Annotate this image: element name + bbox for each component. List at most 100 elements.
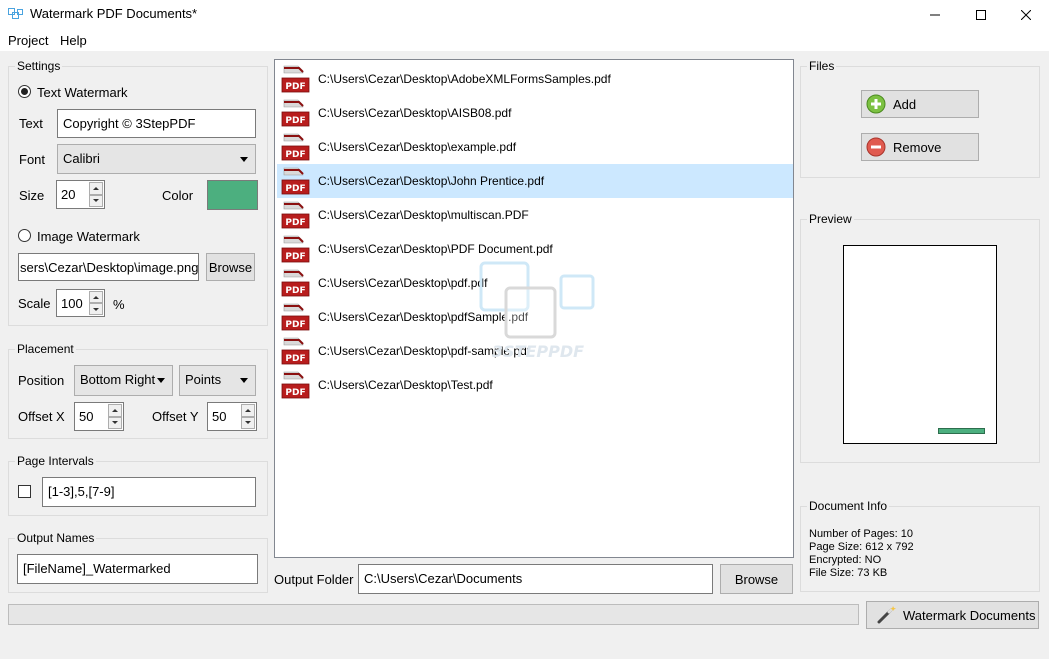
file-list-item[interactable]: PDF C:\Users\Cezar\Desktop\John Prentice.… [277,164,793,198]
size-up-button[interactable] [89,182,103,195]
position-select[interactable]: Bottom Right [74,365,173,396]
page-intervals-title: Page Intervals [15,454,96,468]
pdf-file-icon: PDF [281,303,310,331]
scale-spinbox[interactable]: 100 [56,289,105,317]
units-select[interactable]: Points [179,365,256,396]
doc-info-pages: Number of Pages: 10 [809,528,913,540]
svg-text:PDF: PDF [285,354,305,364]
offset-x-value: 50 [79,409,94,424]
size-spinbox[interactable]: 20 [56,180,105,209]
pdf-file-icon: PDF [281,269,310,297]
svg-text:PDF: PDF [285,116,305,126]
watermark-text-input[interactable]: Copyright © 3StepPDF [57,109,256,138]
file-list-item[interactable]: PDF C:\Users\Cezar\Desktop\Test.pdf [277,368,793,402]
font-select-value: Calibri [63,151,100,166]
size-value: 20 [61,187,76,202]
watermark-documents-label: Watermark Documents [903,607,1036,623]
add-button[interactable]: Add [861,90,979,118]
image-watermark-label[interactable]: Image Watermark [37,229,140,244]
pdf-file-icon: PDF [281,167,310,195]
pdf-file-icon: PDF [281,337,310,365]
file-list-item[interactable]: PDF C:\Users\Cezar\Desktop\AdobeXMLFormsS… [277,62,793,96]
pdf-file-icon: PDF [281,201,310,229]
offset-y-spinbox[interactable]: 50 [207,402,257,431]
page-intervals-checkbox[interactable] [18,485,31,498]
arrow-up-icon [93,186,99,190]
offset-y-up-button[interactable] [241,404,255,417]
offset-x-up-button[interactable] [108,404,122,417]
arrow-down-icon [93,307,99,311]
output-folder-input[interactable]: C:\Users\Cezar\Documents [358,564,713,594]
files-title: Files [807,59,837,73]
svg-text:PDF: PDF [285,320,305,330]
pdf-file-icon: PDF [281,235,310,263]
text-label: Text [19,116,43,131]
svg-text:PDF: PDF [285,184,305,194]
progress-bar [8,604,859,625]
window-title: Watermark PDF Documents* [30,6,198,21]
image-watermark-radio[interactable] [18,229,31,242]
svg-text:PDF: PDF [285,286,305,296]
scale-up-button[interactable] [89,291,103,303]
add-icon [866,94,886,114]
output-browse-button[interactable]: Browse [720,564,793,594]
maximize-button[interactable] [958,0,1004,29]
offset-y-value: 50 [212,409,227,424]
svg-text:PDF: PDF [285,150,305,160]
settings-title: Settings [15,59,63,73]
menu-help[interactable]: Help [60,33,87,48]
menu-bar: Project Help [0,29,1049,51]
files-group: Files [800,59,1040,178]
position-label: Position [18,373,65,388]
arrow-down-icon [112,421,118,425]
app-icon [8,8,23,19]
document-info-title: Document Info [807,499,890,513]
svg-text:PDF: PDF [285,252,305,262]
remove-button[interactable]: Remove [861,133,979,161]
font-label: Font [19,152,46,167]
arrow-up-icon [112,408,118,412]
pdf-file-icon: PDF [281,371,310,399]
minimize-button[interactable] [912,0,958,29]
font-select[interactable]: Calibri [57,144,256,174]
preview-watermark-mark [938,428,985,434]
image-path-input[interactable]: sers\Cezar\Desktop\image.png [18,253,199,281]
offset-x-spinbox[interactable]: 50 [74,402,124,431]
svg-text:PDF: PDF [285,218,305,228]
offset-x-down-button[interactable] [108,416,122,429]
watermark-logo: 3STEPPDF [479,261,595,361]
close-button[interactable] [1003,0,1049,29]
arrow-up-icon [245,408,251,412]
size-down-button[interactable] [89,194,103,207]
menu-project[interactable]: Project [8,33,48,48]
magic-wand-icon [877,606,896,624]
minimize-icon [930,14,940,15]
preview-title: Preview [807,212,854,226]
file-list-item[interactable]: PDF C:\Users\Cezar\Desktop\multiscan.PDF [277,198,793,232]
output-names-input[interactable]: [FileName]_Watermarked [17,554,258,584]
text-watermark-label[interactable]: Text Watermark [37,85,128,100]
file-list-item-name: C:\Users\Cezar\Desktop\AISB08.pdf [318,106,512,120]
file-list-item-name: C:\Users\Cezar\Desktop\multiscan.PDF [318,208,529,222]
file-list-item[interactable]: PDF C:\Users\Cezar\Desktop\example.pdf [277,130,793,164]
text-watermark-radio[interactable] [18,85,31,98]
close-icon [1021,9,1031,20]
image-browse-button[interactable]: Browse [206,253,255,281]
scale-unit: % [113,297,125,312]
offset-y-label: Offset Y [152,409,199,424]
page-intervals-input[interactable]: [1-3],5,[7-9] [42,477,256,507]
color-picker-button[interactable] [207,180,258,210]
file-list-item-name: C:\Users\Cezar\Desktop\AdobeXMLFormsSamp… [318,72,611,86]
preview-page [843,245,997,444]
scale-down-button[interactable] [89,303,103,315]
file-list-item-name: C:\Users\Cezar\Desktop\example.pdf [318,140,517,154]
chevron-down-icon [157,378,165,383]
add-button-label: Add [893,96,917,112]
watermark-documents-button[interactable]: Watermark Documents [866,601,1039,629]
arrow-down-icon [93,199,99,203]
file-list-item-name: C:\Users\Cezar\Desktop\PDF Document.pdf [318,242,553,256]
offset-y-down-button[interactable] [241,416,255,429]
arrow-down-icon [245,421,251,425]
chevron-down-icon [240,157,248,162]
file-list-item[interactable]: PDF C:\Users\Cezar\Desktop\AISB08.pdf [277,96,793,130]
